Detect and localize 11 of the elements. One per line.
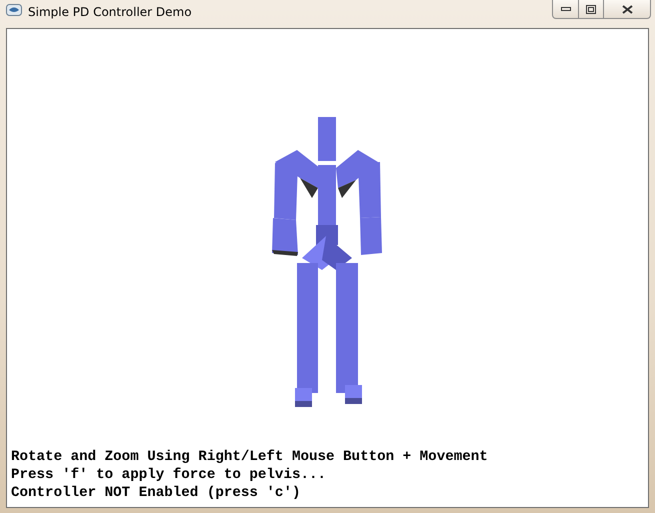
- app-icon: [6, 4, 22, 16]
- minimize-icon: [560, 7, 570, 11]
- console-line: Rotate and Zoom Using Right/Left Mouse Button + Movement: [11, 448, 489, 466]
- window-title: Simple PD Controller Demo: [28, 4, 192, 20]
- close-button[interactable]: [603, 0, 651, 19]
- console-line: Controller NOT Enabled (press 'c'): [11, 484, 302, 502]
- maximize-icon: [586, 4, 596, 14]
- maximize-button[interactable]: [578, 0, 604, 19]
- minimize-button[interactable]: [552, 0, 579, 19]
- console-line: Press 'f' to apply force to pelvis...: [11, 466, 328, 484]
- close-icon: [622, 4, 632, 14]
